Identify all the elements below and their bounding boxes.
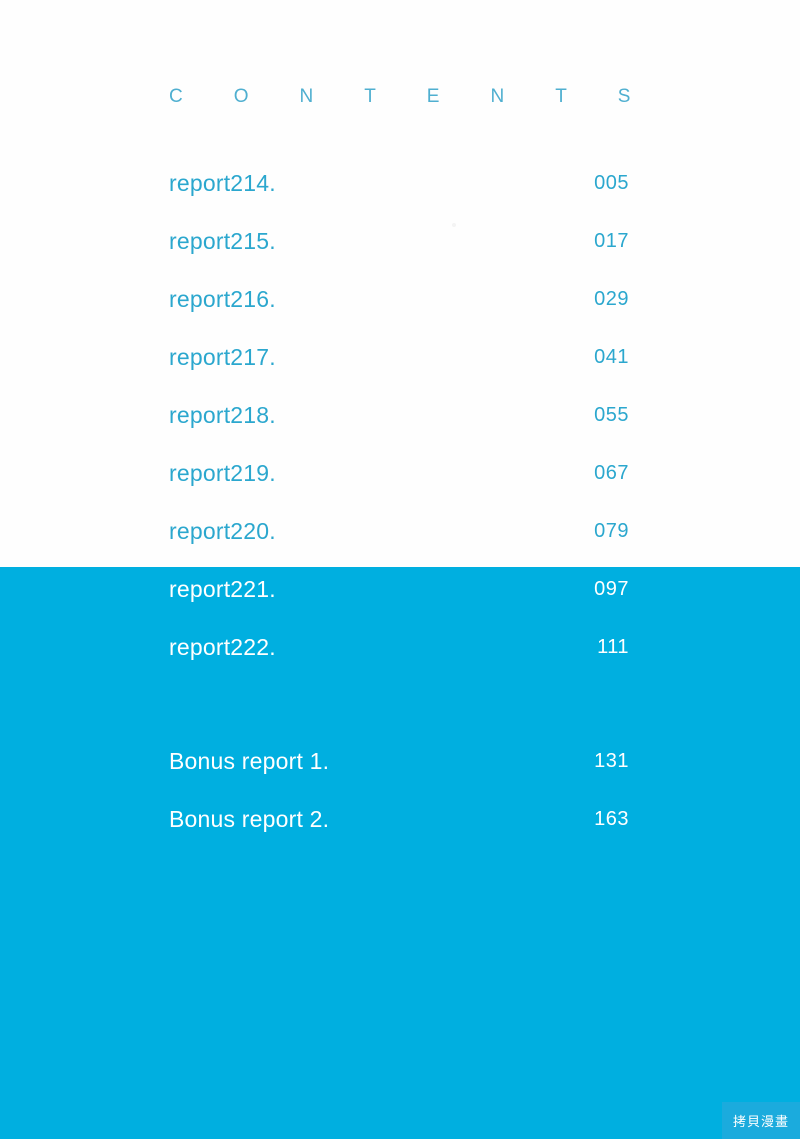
toc-entry[interactable]: report220. 079 — [169, 518, 629, 576]
toc-entry[interactable]: report217. 041 — [169, 344, 629, 402]
toc-entry-title: Bonus report 2. — [169, 806, 330, 832]
page-title: CONTENTS — [169, 86, 631, 108]
table-of-contents: report214. 005 report215. 017 report216. 029 r… — [169, 170, 629, 864]
toc-entry-title: report220. — [169, 518, 276, 544]
toc-entry-page-number: 029 — [594, 288, 629, 310]
watermark-label: 拷貝漫畫 — [732, 1115, 789, 1130]
toc-entry[interactable]: report216. 029 — [169, 286, 629, 344]
page-title-letter: N — [490, 86, 505, 107]
toc-entry[interactable]: Bonus report 2. 163 — [169, 806, 629, 864]
toc-entry[interactable]: report219. 067 — [169, 460, 629, 518]
toc-entry-page-number: 017 — [594, 230, 629, 252]
toc-entry-page-number: 163 — [594, 808, 629, 830]
toc-entry[interactable]: report222. 111 — [169, 634, 629, 692]
page-title-letter: E — [426, 86, 440, 107]
toc-entry-page-number: 041 — [594, 346, 629, 368]
toc-entry-page-number: 055 — [594, 404, 629, 426]
toc-entry-title: report218. — [169, 402, 276, 428]
toc-entry-page-number: 131 — [594, 750, 629, 772]
toc-entry-title: report215. — [169, 228, 276, 254]
page-title-letter: O — [233, 86, 249, 107]
toc-entry-page-number: 097 — [594, 578, 629, 600]
toc-entry-title: report216. — [169, 286, 276, 312]
toc-entry-page-number: 111 — [597, 636, 629, 658]
toc-entry-page-number: 005 — [594, 172, 629, 194]
toc-entry-title: report217. — [169, 344, 276, 370]
toc-entry-title: Bonus report 1. — [169, 748, 330, 774]
page-title-letter: T — [364, 86, 377, 107]
page-title-letter: S — [617, 86, 631, 107]
toc-entry[interactable]: report218. 055 — [169, 402, 629, 460]
page-title-letter: T — [555, 86, 568, 107]
toc-entry-title: report221. — [169, 576, 276, 602]
contents-page: CONTENTS report214. 005 report215. 017 repor… — [0, 0, 800, 1139]
toc-entry[interactable]: report214. 005 — [169, 170, 629, 228]
watermark-badge: 拷貝漫畫 — [722, 1102, 800, 1139]
toc-entry-title: report214. — [169, 170, 276, 196]
page-title-letter: N — [299, 86, 314, 107]
toc-entry[interactable]: report221. 097 — [169, 576, 629, 634]
toc-entry-title: report219. — [169, 460, 276, 486]
toc-entry-title: report222. — [169, 634, 276, 660]
toc-entry-page-number: 079 — [594, 520, 629, 542]
toc-entry-page-number: 067 — [594, 462, 629, 484]
page-title-letter: C — [169, 86, 184, 107]
toc-entry[interactable]: report215. 017 — [169, 228, 629, 286]
toc-entry[interactable]: Bonus report 1. 131 — [169, 748, 629, 806]
